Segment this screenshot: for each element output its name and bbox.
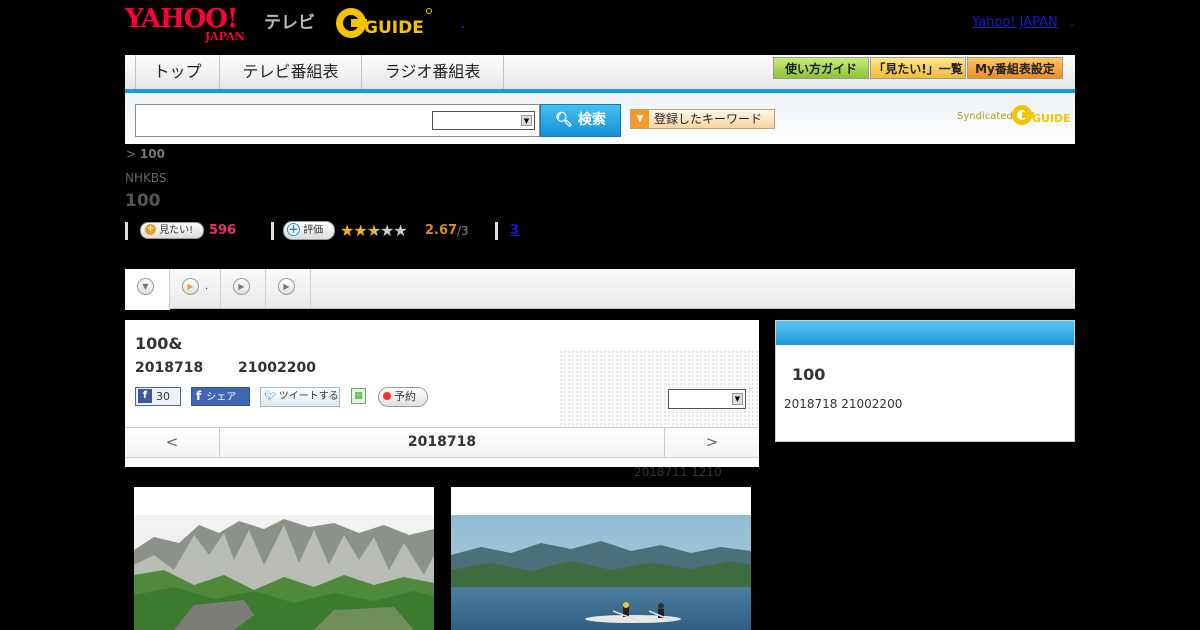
rate-button[interactable]: + 評価 xyxy=(283,221,335,240)
episode-title: 100& xyxy=(135,334,183,353)
rating-max: /3 xyxy=(457,224,469,238)
star-rating: ★★★★★ xyxy=(340,221,408,240)
twitter-icon: 🐦︎ xyxy=(264,391,277,402)
episode-date: 2018718 xyxy=(135,360,204,376)
tab-episodes-label: . xyxy=(205,281,209,292)
syndicated-label: Syndicated xyxy=(957,111,1013,122)
side-card-title: 100 xyxy=(792,365,826,384)
tweet-button[interactable]: 🐦︎ ツイートする xyxy=(260,387,340,407)
yahoo-japan-logo[interactable]: YAHOO! JAPAN xyxy=(125,4,245,43)
want-to-watch-list-button[interactable]: 「見たい!」一覧 xyxy=(870,57,966,79)
global-nav: トップ テレビ番組表 ラジオ番組表 使い方ガイド 「見たい!」一覧 My番組表設… xyxy=(125,55,1075,93)
search-bar: ▼ 🔍︎ 検索 ▼ 登録したキーワード Syndicated GUIDE xyxy=(125,93,1075,144)
date-navigation: < 2018718 > xyxy=(125,427,759,458)
my-listings-settings-button[interactable]: My番組表設定 xyxy=(967,57,1063,79)
search-icon: 🔍︎ xyxy=(555,112,573,128)
facebook-like-button[interactable]: f 30 xyxy=(135,387,181,406)
rate-button-label: 評価 xyxy=(303,225,324,236)
g-guide-syndicated-logo: GUIDE xyxy=(1012,105,1070,125)
syndicated-logo-text: GUIDE xyxy=(1032,112,1070,125)
tweet-label: ツイートする xyxy=(278,391,339,402)
japan-logo-text: JAPAN xyxy=(205,30,245,43)
play-icon: ▶ xyxy=(278,278,295,295)
yahoo-logo-text: YAHOO! xyxy=(125,4,238,34)
episode-photo-mountain[interactable] xyxy=(134,487,434,630)
search-button[interactable]: 🔍︎ 検索 xyxy=(540,104,621,137)
channel-name: NHKBS xyxy=(125,171,167,185)
want-to-watch-count: 596 xyxy=(209,223,237,238)
g-guide-logo-text: GUIDE xyxy=(364,18,424,38)
previous-date-button[interactable]: < xyxy=(125,428,220,457)
breadcrumb-current: 100 xyxy=(139,147,165,161)
episode-time: 21002200 xyxy=(238,360,316,376)
saved-keywords-button[interactable]: ▼ 登録したキーワード xyxy=(630,109,775,129)
nav-tab-radio-listings[interactable]: ラジオ番組表 xyxy=(362,55,504,89)
tv-logo-text: テレビ xyxy=(264,13,315,33)
header-divider-dot xyxy=(462,26,464,28)
caret-down-icon: ▼ xyxy=(631,110,649,128)
play-icon: ▶ xyxy=(233,278,250,295)
star-icon: ★ xyxy=(380,221,394,240)
stat-divider xyxy=(495,222,498,240)
mountain-image xyxy=(134,515,434,630)
program-tabs: ▼ ▶ . ▶ ▶ xyxy=(125,269,1075,310)
reserve-recording-button[interactable]: 予約 xyxy=(378,387,428,407)
review-count-link[interactable]: 3 xyxy=(510,223,519,238)
episode-photo-lake[interactable] xyxy=(451,487,751,630)
star-half-icon: ★ xyxy=(366,221,381,240)
want-to-watch-button[interactable]: + 見たい! xyxy=(140,222,204,239)
facebook-icon: f xyxy=(138,389,152,403)
episode-action-select[interactable]: ▼ xyxy=(668,389,746,409)
stat-divider xyxy=(271,222,274,240)
lake-kayak-image xyxy=(451,515,751,630)
yahoo-japan-link[interactable]: Yahoo! JAPAN xyxy=(972,15,1058,30)
tab-reviews[interactable]: ▶ xyxy=(221,269,266,308)
search-category-select[interactable]: ▼ xyxy=(432,111,535,130)
tab-related[interactable]: ▶ xyxy=(266,269,311,308)
tab-episodes[interactable]: ▶ . xyxy=(170,269,221,308)
saved-keywords-label: 登録したキーワード xyxy=(654,112,763,126)
star-icon: ★ xyxy=(340,221,354,240)
g-guide-logo[interactable]: GUIDE xyxy=(334,6,432,40)
star-icon: ★ xyxy=(393,221,407,240)
nav-tab-tv-listings[interactable]: テレビ番組表 xyxy=(220,55,362,89)
want-to-watch-label: 見たい! xyxy=(159,225,194,236)
episode-card: 100& 2018718 21002200 f 30 f シェア 🐦︎ ツイートする … xyxy=(125,320,759,467)
usage-guide-button[interactable]: 使い方ガイド xyxy=(773,57,869,79)
broadcast-info-card: 100 2018718 21002200 xyxy=(775,320,1075,442)
chevron-down-icon: ▼ xyxy=(732,393,743,405)
tab-program-info[interactable]: ▼ xyxy=(125,269,170,310)
page-title: 100 xyxy=(125,191,161,211)
chevron-down-icon: ▼ xyxy=(521,115,532,126)
play-icon: ▶ xyxy=(182,278,199,295)
side-card-datetime: 2018718 21002200 xyxy=(784,397,903,411)
plus-icon: + xyxy=(145,223,156,235)
facebook-icon: f xyxy=(196,389,202,403)
facebook-like-count: 30 xyxy=(156,390,170,403)
facebook-share-button[interactable]: f シェア xyxy=(191,387,250,406)
chevron-down-icon: ▼ xyxy=(137,278,154,295)
breadcrumb: > 100 xyxy=(126,147,165,161)
last-updated: 2018711 1210 xyxy=(634,465,722,479)
side-card-header xyxy=(776,321,1074,345)
page: YAHOO! JAPAN テレビ GUIDE Yahoo! JAPAN . トッ… xyxy=(0,0,1200,630)
reserve-label: 予約 xyxy=(394,390,416,403)
breadcrumb-separator: > xyxy=(126,147,137,161)
next-date-button[interactable]: > xyxy=(664,428,759,457)
facebook-share-label: シェア xyxy=(206,392,237,403)
current-date: 2018718 xyxy=(407,434,477,450)
yahoo-link-suffix: . xyxy=(1070,15,1075,30)
plus-icon: + xyxy=(287,221,300,236)
star-icon: ★ xyxy=(353,221,367,240)
calendar-icon[interactable]: ▦ xyxy=(351,388,366,404)
rating-value: 2.67 xyxy=(425,223,458,238)
search-button-label: 検索 xyxy=(577,112,606,128)
record-icon xyxy=(383,392,391,400)
nav-tab-top[interactable]: トップ xyxy=(135,55,220,89)
stat-divider xyxy=(125,222,128,240)
